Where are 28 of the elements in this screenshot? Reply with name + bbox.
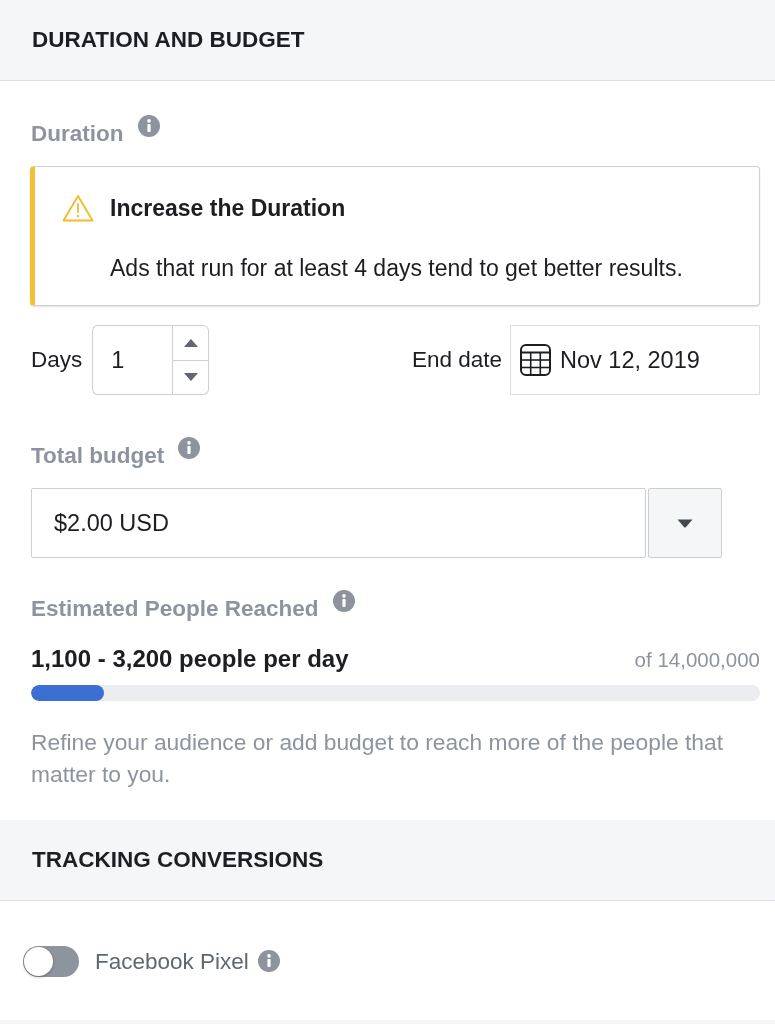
section-title: TRACKING CONVERSIONS [32, 846, 324, 874]
caret-up-icon [183, 338, 198, 347]
days-input[interactable]: 1 [92, 325, 173, 395]
caret-down-icon [677, 518, 693, 528]
toggle-label: Facebook Pixel [95, 947, 249, 976]
section-title: DURATION AND BUDGET [32, 26, 305, 54]
toggle-switch[interactable] [23, 946, 79, 977]
decrease-button[interactable] [172, 360, 210, 395]
warning-title: Increase the Duration [110, 194, 347, 222]
warning-icon [62, 194, 94, 222]
info-icon[interactable] [137, 115, 160, 137]
caret-down-icon [183, 373, 198, 382]
hint-text: Refine your audience or add budget to reach more of the people that matter to you. [31, 728, 724, 789]
days-label: Days [31, 346, 83, 374]
field-label: Estimated People Reached [31, 595, 319, 623]
audience-total: of 14,000,000 [634, 648, 760, 672]
field-label: Duration [31, 120, 124, 148]
budget-field[interactable]: $2.00 USD [31, 488, 646, 558]
increase-button[interactable] [172, 325, 210, 361]
info-icon[interactable] [257, 949, 280, 972]
warning-message: Ads that run for at least 4 days tend to get better results. [110, 254, 683, 282]
calendar-icon [520, 344, 551, 376]
info-icon[interactable] [332, 590, 355, 612]
info-icon[interactable] [178, 437, 201, 459]
field-label: Total budget [31, 442, 165, 470]
reach-estimate: 1,100 - 3,200 people per day [31, 645, 349, 673]
end-date-field[interactable]: Nov 12, 2019 [510, 325, 760, 395]
end-date-label: End date [411, 346, 502, 374]
